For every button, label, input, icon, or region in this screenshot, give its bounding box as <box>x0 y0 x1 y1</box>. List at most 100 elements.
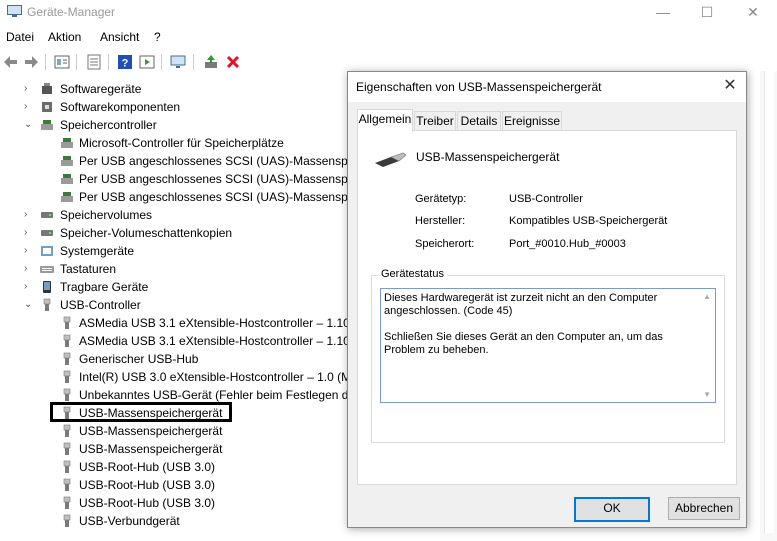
dialog-title: Eigenschaften von USB-Massenspeichergerä… <box>356 80 602 94</box>
svg-text:?: ? <box>122 58 129 70</box>
tree-item-label: Per USB angeschlossenes SCSI (UAS)-Masse… <box>79 172 350 186</box>
tree-item-label: Softwaregeräte <box>60 82 142 96</box>
cancel-button[interactable]: Abbrechen <box>668 497 740 520</box>
menu-ansicht[interactable]: Ansicht <box>100 30 139 44</box>
usb-icon <box>63 352 71 365</box>
tree-row[interactable]: USB-Verbundgerät <box>0 512 350 530</box>
usb-icon <box>63 334 71 347</box>
uninstall-icon[interactable] <box>225 54 241 70</box>
device-type-label: Gerätetyp: <box>415 193 467 205</box>
tree-row[interactable]: USB-Massenspeichergerät <box>0 440 350 458</box>
tree-row[interactable]: Per USB angeschlossenes SCSI (UAS)-Masse… <box>0 170 350 188</box>
title-bar: Geräte-Manager — ☐ ✕ <box>0 0 777 25</box>
chevron-right-icon[interactable]: › <box>24 206 34 224</box>
tree-row[interactable]: Generischer USB-Hub <box>0 350 350 368</box>
menu-aktion[interactable]: Aktion <box>48 30 81 44</box>
monitor-icon[interactable] <box>170 54 186 70</box>
minimize-button[interactable]: — <box>640 0 686 25</box>
help-icon[interactable]: ? <box>117 54 133 70</box>
storage-controller-icon <box>61 174 73 184</box>
tree-row[interactable]: ASMedia USB 3.1 eXtensible-Hostcontrolle… <box>0 314 350 332</box>
scrollbar-thumb[interactable] <box>764 71 774 533</box>
tree-item-label: Intel(R) USB 3.0 eXtensible-Hostcontroll… <box>79 370 350 384</box>
tree-item-label: Tragbare Geräte <box>60 280 149 294</box>
location-value: Port_#0010.Hub_#0003 <box>509 238 626 250</box>
chevron-right-icon[interactable]: › <box>24 80 34 98</box>
properties-view-icon[interactable] <box>54 54 70 70</box>
device-status-group-label: Gerätestatus <box>378 268 447 280</box>
tree-item-label: Per USB angeschlossenes SCSI (UAS)-Masse… <box>79 190 350 204</box>
tree-item-label: USB-Root-Hub (USB 3.0) <box>79 496 216 510</box>
tree-row[interactable]: Microsoft-Controller für Speicherplätze <box>0 134 350 152</box>
scroll-down-icon[interactable]: ▼ <box>703 390 711 399</box>
tree-item-label: Speichercontroller <box>60 118 157 132</box>
close-button[interactable]: ✕ <box>730 0 776 25</box>
tree-item-label: ASMedia USB 3.1 eXtensible-Hostcontrolle… <box>79 316 350 330</box>
usb-plug-icon <box>375 152 407 167</box>
tree-item-label: Softwarekomponenten <box>60 100 181 114</box>
tree-row[interactable]: USB-Root-Hub (USB 3.0) <box>0 494 350 512</box>
tree-row[interactable]: › Speicher-Volumeschattenkopien <box>0 224 350 242</box>
forward-arrow-icon[interactable] <box>23 54 39 70</box>
tree-row[interactable]: ASMedia USB 3.1 eXtensible-Hostcontrolle… <box>0 332 350 350</box>
tree-item-label: USB-Root-Hub (USB 3.0) <box>79 460 216 474</box>
toolbar-separator <box>76 54 77 70</box>
scroll-up-icon[interactable]: ▲ <box>703 292 711 301</box>
tree-row[interactable]: USB-Root-Hub (USB 3.0) <box>0 458 350 476</box>
toolbar-separator <box>161 54 162 70</box>
storage-controller-icon <box>61 192 73 202</box>
toolbar-separator <box>108 54 109 70</box>
dialog-close-icon[interactable]: ✕ <box>720 76 740 96</box>
maximize-button[interactable]: ☐ <box>684 0 730 25</box>
usb-icon <box>63 316 71 329</box>
tree-row[interactable]: ⌄ USB-Controller <box>0 296 350 314</box>
menu-datei[interactable]: Datei <box>6 30 34 44</box>
tab-allgemein[interactable]: Allgemein <box>357 109 413 132</box>
status-message-line1: Dieses Hardwaregerät ist zurzeit nicht a… <box>384 292 658 317</box>
tree-item-label: Per USB angeschlossenes SCSI (UAS)-Masse… <box>79 154 350 168</box>
device-manager-icon <box>7 5 22 17</box>
update-driver-icon[interactable] <box>203 54 219 70</box>
chevron-down-icon[interactable]: ⌄ <box>24 116 34 134</box>
document-icon[interactable] <box>86 54 102 70</box>
tree-row[interactable]: › Systemgeräte <box>0 242 350 260</box>
chevron-right-icon[interactable]: › <box>24 224 34 242</box>
usb-icon <box>63 424 71 437</box>
tab-details[interactable]: Details <box>457 111 501 131</box>
chevron-right-icon[interactable]: › <box>24 260 34 278</box>
back-arrow-icon[interactable] <box>3 54 19 70</box>
chevron-right-icon[interactable]: › <box>24 98 34 116</box>
tab-ereignisse[interactable]: Ereignisse <box>502 111 562 131</box>
tree-row[interactable]: › Softwaregeräte <box>0 80 350 98</box>
ok-button[interactable]: OK <box>574 497 650 522</box>
tree-row[interactable]: › Tragbare Geräte <box>0 278 350 296</box>
keyboard-icon <box>40 266 54 273</box>
toolbar-separator <box>193 54 194 70</box>
storage-controller-icon <box>61 156 73 166</box>
chevron-right-icon[interactable]: › <box>24 278 34 296</box>
tree-row[interactable]: › Tastaturen <box>0 260 350 278</box>
vendor-label: Hersteller: <box>415 215 466 227</box>
volume-icon <box>41 212 53 218</box>
tree-row[interactable]: Per USB angeschlossenes SCSI (UAS)-Masse… <box>0 188 350 206</box>
software-component-icon <box>42 102 52 112</box>
tree-row[interactable]: ⌄ Speichercontroller <box>0 116 350 134</box>
tab-treiber[interactable]: Treiber <box>414 111 456 131</box>
tree-row[interactable]: Per USB angeschlossenes SCSI (UAS)-Masse… <box>0 152 350 170</box>
tree-row[interactable]: USB-Massenspeichergerät <box>0 422 350 440</box>
tree-row[interactable]: USB-Root-Hub (USB 3.0) <box>0 476 350 494</box>
vendor-value: Kompatibles USB-Speichergerät <box>509 215 668 227</box>
tree-item-label: Microsoft-Controller für Speicherplätze <box>79 136 284 150</box>
tree-item-label: Tastaturen <box>60 262 117 276</box>
tree-row[interactable]: › Softwarekomponenten <box>0 98 350 116</box>
chevron-down-icon[interactable]: ⌄ <box>24 296 34 314</box>
chevron-right-icon[interactable]: › <box>24 242 34 260</box>
usb-icon <box>63 514 71 527</box>
menu-help[interactable]: ? <box>154 30 161 44</box>
run-icon[interactable] <box>139 54 155 70</box>
vertical-scrollbar[interactable] <box>760 71 777 541</box>
device-status-textbox[interactable]: Dieses Hardwaregerät ist zurzeit nicht a… <box>380 288 716 403</box>
tree-row[interactable]: Intel(R) USB 3.0 eXtensible-Hostcontroll… <box>0 368 350 386</box>
tree-row[interactable]: › Speichervolumes <box>0 206 350 224</box>
system-device-icon <box>41 246 53 256</box>
